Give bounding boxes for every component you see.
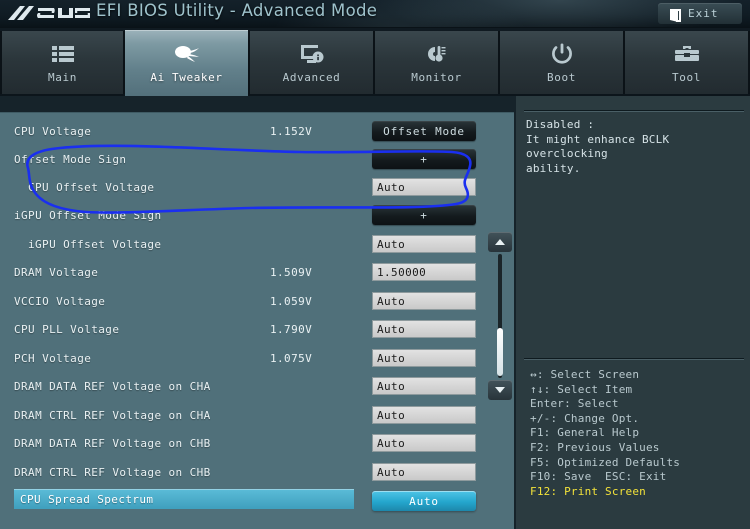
legend-item: F1: General Help [530,426,640,440]
monitor-info-icon [300,42,324,66]
row-control-input[interactable]: Auto [372,434,476,452]
table-row[interactable]: DRAM DATA REF Voltage on CHA Auto [14,374,492,398]
toolbox-icon [674,42,700,66]
row-control-input[interactable]: Auto [372,320,476,338]
legend-item: F10: Save ESC: Exit [530,470,667,484]
row-control-input[interactable]: Auto [372,463,476,481]
scroll-down-arrow-icon[interactable] [488,380,512,400]
row-label: DRAM DATA REF Voltage on CHB [14,436,211,450]
table-row-selected[interactable]: CPU Spread Spectrum Auto [14,489,492,511]
help-description: Disabled : It might enhance BCLK overclo… [526,118,670,175]
tab-main[interactable]: Main [0,31,125,94]
triangle-up-glyph [495,239,505,245]
tab-ai-tweaker[interactable]: Ai Tweaker [125,30,250,96]
tab-label: Ai Tweaker [150,71,223,84]
row-label: CPU Offset Voltage [28,180,155,194]
row-label: CPU Spread Spectrum [20,492,154,506]
scroll-up-arrow-icon[interactable] [488,232,512,252]
settings-panel: CPU Voltage 1.152V Offset Mode Offset Mo… [0,112,514,529]
legend-item: ↔: Select Screen [530,368,640,381]
content-area: CPU Voltage 1.152V Offset Mode Offset Mo… [0,96,750,529]
scrollbar-thumb[interactable] [497,328,503,376]
tab-label: Advanced [282,70,341,84]
table-row[interactable]: PCH Voltage 1.075V Auto [14,346,492,370]
tab-bar: Main Ai Tweaker Advanced Monitor Boot To… [0,28,750,96]
legend-item: Enter: Select [530,397,619,411]
row-label: DRAM CTRL REF Voltage on CHB [14,465,211,479]
row-control-input[interactable]: Auto [372,292,476,310]
asus-logo-icon [8,2,90,24]
list-icon [51,42,74,66]
table-row[interactable]: CPU Voltage 1.152V Offset Mode [14,119,492,143]
legend-item: F5: Optimized Defaults [530,455,681,469]
tab-label: Tool [672,70,701,84]
row-control-input[interactable]: Auto [372,377,476,395]
row-label: iGPU Offset Mode Sign [14,208,162,222]
exit-door-icon [670,7,681,22]
row-value: 1.152V [270,124,313,138]
exit-button[interactable]: Exit [658,3,742,24]
tab-boot[interactable]: Boot [500,31,625,94]
table-row[interactable]: DRAM Voltage 1.509V 1.50000 [14,260,492,284]
thermometer-icon [425,42,449,66]
row-label: DRAM DATA REF Voltage on CHA [14,379,211,393]
title-bar: EFI BIOS Utility - Advanced Mode Exit [0,0,750,28]
table-row[interactable]: Offset Mode Sign + [14,147,492,171]
row-control-button[interactable]: Offset Mode [372,121,476,141]
tab-label: Main [48,70,77,84]
row-value: 1.509V [270,265,313,279]
tab-label: Monitor [411,70,462,84]
legend-item-highlighted: F12: Print Screen [530,484,646,498]
row-control-input[interactable]: Auto [372,235,476,253]
row-label: CPU Voltage [14,124,92,138]
row-control-button[interactable]: + [372,205,476,225]
table-row[interactable]: iGPU Offset Voltage Auto [14,232,492,256]
row-label: DRAM CTRL REF Voltage on CHA [14,408,211,422]
row-control-input[interactable]: Auto [372,406,476,424]
tab-advanced[interactable]: Advanced [250,31,375,94]
legend-item: F2: Previous Values [530,440,660,454]
page-title: EFI BIOS Utility - Advanced Mode [96,1,378,20]
table-row[interactable]: VCCIO Voltage 1.059V Auto [14,289,492,313]
table-row[interactable]: CPU PLL Voltage 1.790V Auto [14,317,492,341]
row-control-input[interactable]: 1.50000 [372,263,476,281]
row-value: 1.790V [270,322,313,336]
row-control-input[interactable]: Auto [372,349,476,367]
tab-label: Boot [547,70,576,84]
bios-screen: EFI BIOS Utility - Advanced Mode Exit Ma… [0,0,750,529]
settings-list: CPU Voltage 1.152V Offset Mode Offset Mo… [0,113,514,529]
keyboard-legend: ↔: Select Screen ↑↓: Select Item Enter: … [530,368,750,499]
table-row[interactable]: DRAM CTRL REF Voltage on CHB Auto [14,460,492,484]
row-control-button[interactable]: Auto [372,491,476,511]
tab-tool[interactable]: Tool [625,31,750,94]
legend-item: +/-: Change Opt. [530,411,640,425]
tuning-knob-icon [172,42,202,66]
scrollbar[interactable] [488,232,512,400]
row-label: DRAM Voltage [14,265,99,279]
tab-monitor[interactable]: Monitor [375,31,500,94]
help-divider [524,110,744,112]
legend-item: ↑↓: Select Item [530,382,633,396]
row-label: iGPU Offset Voltage [28,237,162,251]
table-row[interactable]: DRAM DATA REF Voltage on CHB Auto [14,431,492,455]
exit-label: Exit [688,7,719,20]
triangle-down-glyph [495,387,505,393]
legend-divider [524,358,744,360]
row-value: 1.059V [270,294,313,308]
row-control-input[interactable]: Auto [372,178,476,196]
row-value: 1.075V [270,351,313,365]
help-panel: Disabled : It might enhance BCLK overclo… [514,96,750,529]
table-row[interactable]: iGPU Offset Mode Sign + [14,203,492,227]
row-label: CPU PLL Voltage [14,322,120,336]
power-icon [551,42,573,66]
row-control-button[interactable]: + [372,149,476,169]
row-label: Offset Mode Sign [14,152,127,166]
table-row[interactable]: CPU Offset Voltage Auto [14,175,492,199]
row-label: PCH Voltage [14,351,92,365]
row-label: VCCIO Voltage [14,294,106,308]
table-row[interactable]: DRAM CTRL REF Voltage on CHA Auto [14,403,492,427]
